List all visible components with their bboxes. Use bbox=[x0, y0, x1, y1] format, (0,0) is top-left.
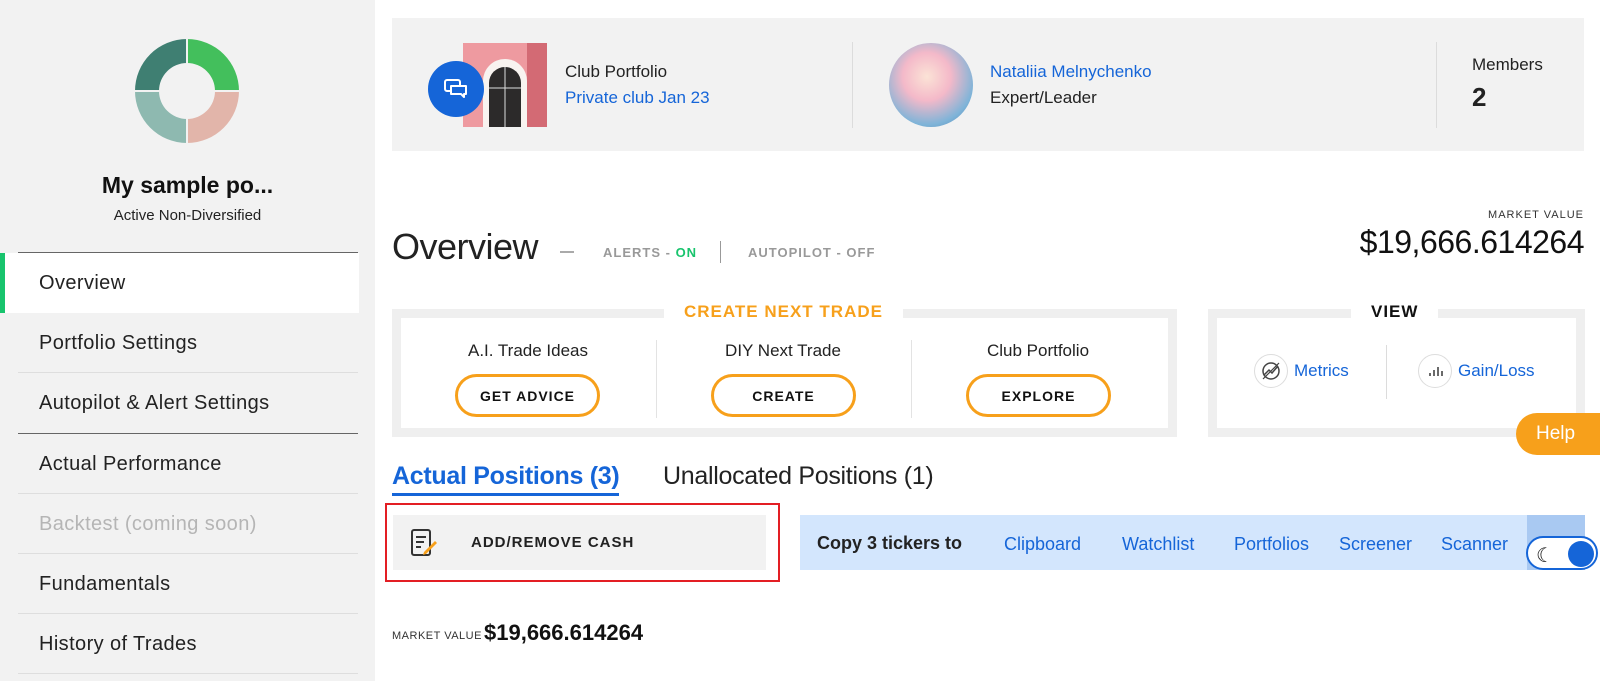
sidebar-item-actual-performance[interactable]: Actual Performance bbox=[18, 434, 358, 494]
help-button[interactable]: Help bbox=[1516, 413, 1600, 455]
add-remove-cash-label: ADD/REMOVE CASH bbox=[471, 534, 635, 551]
sidebar-item-fundamentals[interactable]: Fundamentals bbox=[18, 554, 358, 614]
donut-slice-3 bbox=[135, 91, 187, 143]
club-portfolio-label: Club Portfolio bbox=[565, 62, 668, 81]
gain-loss-label: Gain/Loss bbox=[1458, 361, 1535, 380]
sidebar-item-backtest: Backtest (coming soon) bbox=[18, 494, 358, 554]
create-next-trade-panel bbox=[392, 309, 1177, 437]
metrics-label: Metrics bbox=[1294, 361, 1349, 380]
edit-note-icon bbox=[409, 528, 439, 563]
chat-icon bbox=[444, 79, 467, 98]
club-name-link[interactable]: Private club Jan 23 bbox=[565, 88, 710, 108]
alerts-state: ON bbox=[675, 245, 698, 260]
trade-col-label: DIY Next Trade bbox=[725, 341, 841, 360]
donut-slice-2 bbox=[187, 91, 239, 143]
sidebar-item-overview[interactable]: Overview bbox=[0, 253, 359, 313]
donut-slice-1 bbox=[187, 39, 239, 91]
copy-to-clipboard-link[interactable]: Clipboard bbox=[1004, 534, 1081, 555]
donut-slice-4 bbox=[135, 39, 187, 91]
copy-tickers-text: Copy 3 tickers to bbox=[817, 533, 963, 553]
autopilot-status[interactable]: AUTOPILOT - OFF bbox=[748, 245, 875, 260]
page-title: Overview bbox=[392, 226, 539, 267]
metrics-icon bbox=[1254, 354, 1288, 388]
create-button[interactable]: CREATE bbox=[711, 374, 856, 417]
club-info-card bbox=[392, 18, 1584, 151]
portfolio-name: My sample po... bbox=[101, 172, 274, 198]
divider bbox=[656, 340, 657, 418]
dark-mode-toggle[interactable]: ☾ bbox=[1526, 536, 1598, 570]
sidebar-item-history-of-trades[interactable]: History of Trades bbox=[18, 614, 358, 674]
tab-actual-positions[interactable]: Actual Positions (3) bbox=[392, 462, 620, 496]
sidebar-item-portfolio-settings[interactable]: Portfolio Settings bbox=[18, 313, 358, 373]
portfolio-allocation-donut bbox=[133, 37, 241, 145]
title-dash bbox=[560, 251, 574, 253]
divider bbox=[1386, 345, 1387, 399]
sidebar-item-autopilot-alert-settings[interactable]: Autopilot & Alert Settings bbox=[18, 373, 358, 433]
copy-to-screener-link[interactable]: Screener bbox=[1339, 534, 1412, 555]
explore-button[interactable]: EXPLORE bbox=[966, 374, 1111, 417]
alerts-status[interactable]: ALERTS - ON bbox=[603, 245, 697, 260]
alerts-label: ALERTS - bbox=[603, 245, 676, 260]
copy-to-portfolios-link[interactable]: Portfolios bbox=[1234, 534, 1309, 555]
metrics-link[interactable]: Metrics bbox=[1254, 354, 1349, 388]
toggle-knob bbox=[1568, 541, 1594, 567]
members-count: 2 bbox=[1472, 82, 1487, 112]
members-label: Members bbox=[1472, 55, 1543, 74]
divider bbox=[1436, 42, 1437, 128]
moon-icon: ☾ bbox=[1536, 545, 1554, 567]
chat-button[interactable] bbox=[428, 61, 484, 117]
portfolio-type: Active Non-Diversified bbox=[113, 207, 262, 224]
trade-col-ai: A.I. Trade Ideas bbox=[428, 341, 628, 361]
trade-col-diy: DIY Next Trade bbox=[683, 341, 883, 361]
leader-avatar bbox=[889, 43, 973, 127]
bottom-market-value-label: MARKET VALUE bbox=[392, 630, 482, 642]
tab-unallocated-positions[interactable]: Unallocated Positions (1) bbox=[663, 462, 934, 491]
trade-col-club: Club Portfolio bbox=[938, 341, 1138, 361]
market-value: $19,666.614264 bbox=[1359, 224, 1585, 260]
view-title: VIEW bbox=[1351, 302, 1439, 322]
bottom-market-value: $19,666.614264 bbox=[484, 620, 644, 645]
bar-chart-icon bbox=[1418, 354, 1452, 388]
market-value-label: MARKET VALUE bbox=[1488, 209, 1584, 221]
copy-to-watchlist-link[interactable]: Watchlist bbox=[1122, 534, 1194, 555]
get-advice-button[interactable]: GET ADVICE bbox=[455, 374, 600, 417]
trade-col-label: Club Portfolio bbox=[986, 341, 1090, 360]
divider bbox=[911, 340, 912, 418]
sidebar: My sample po... Active Non-Diversified O… bbox=[0, 0, 375, 681]
divider bbox=[852, 42, 853, 128]
add-remove-cash-button[interactable]: ADD/REMOVE CASH bbox=[393, 515, 766, 570]
status-divider bbox=[720, 241, 721, 263]
leader-role: Expert/Leader bbox=[990, 88, 1097, 107]
trade-col-label: A.I. Trade Ideas bbox=[467, 341, 588, 360]
gain-loss-link[interactable]: Gain/Loss bbox=[1418, 354, 1535, 388]
create-next-trade-title: CREATE NEXT TRADE bbox=[664, 302, 903, 322]
leader-name-link[interactable]: Nataliia Melnychenko bbox=[990, 62, 1152, 82]
copy-to-scanner-link[interactable]: Scanner bbox=[1441, 534, 1508, 555]
